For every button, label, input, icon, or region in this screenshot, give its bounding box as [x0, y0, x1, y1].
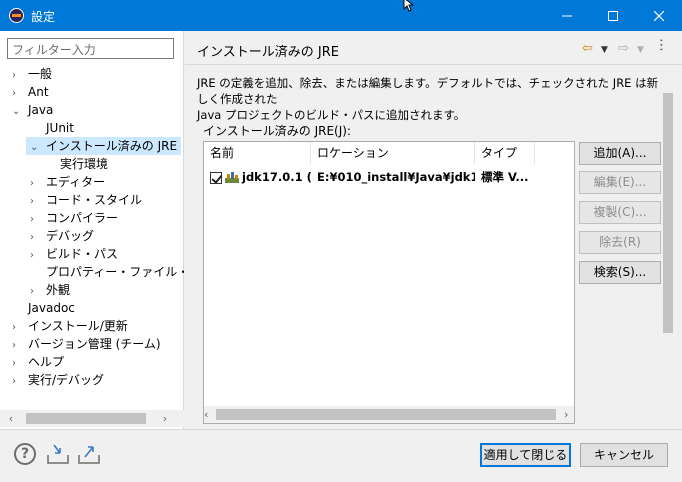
tree-item-label: プロパティー・ファイル・エディタ — [46, 265, 184, 279]
tree-item[interactable]: 実行環境 — [44, 155, 108, 173]
installed-jre-label: インストール済みの JRE(J): — [203, 124, 351, 138]
chevron-down-icon[interactable]: ⌄ — [30, 139, 40, 157]
tree-item-label: コンパイラー — [46, 211, 119, 225]
tree-item[interactable]: ⌄ インストール済みの JRE — [26, 137, 182, 157]
table-horizontal-scrollbar[interactable]: ‹ › — [204, 406, 574, 423]
view-menu-icon[interactable]: ⋯ — [653, 38, 669, 50]
maximize-button[interactable] — [590, 0, 636, 31]
tree-item[interactable]: › 実行/デバッグ — [12, 371, 104, 389]
tree-item-label: デバッグ — [46, 229, 95, 243]
tree-item-label: Ant — [28, 85, 49, 99]
tree-item[interactable]: › コード・スタイル — [30, 191, 142, 209]
search-button[interactable]: 検索(S)... — [579, 261, 661, 284]
jre-name: jdk17.0.1 (... — [242, 170, 311, 184]
tree-item[interactable]: プロパティー・ファイル・エディタ — [30, 263, 184, 281]
eclipse-icon — [9, 8, 24, 23]
tree-item[interactable]: › コンパイラー — [30, 209, 118, 227]
scrollbar-thumb[interactable] — [26, 413, 146, 424]
description-line-1: JRE の定義を追加、除去、または編集します。デフォルトでは、チェックされた J… — [197, 76, 659, 106]
close-button[interactable] — [636, 0, 682, 31]
jre-location-cell: E:¥010_install¥Java¥jdk17.... — [317, 170, 475, 184]
tree-item[interactable]: Javadoc — [12, 299, 75, 317]
tree-item-label: ヘルプ — [28, 355, 65, 369]
tree-item[interactable]: › デバッグ — [30, 227, 94, 245]
scrollbar-thumb[interactable] — [216, 409, 556, 420]
column-header-location[interactable]: ロケーション — [311, 142, 475, 164]
jre-default-checkbox[interactable] — [210, 171, 222, 184]
tree-item[interactable]: › Ant — [12, 83, 49, 101]
dialog-footer: ? 適用して閉じる キャンセル — [0, 429, 682, 482]
maximize-icon — [608, 10, 618, 21]
help-icon[interactable]: ? — [14, 443, 36, 465]
cancel-button[interactable]: キャンセル — [580, 443, 668, 467]
tree-item-label: バージョン管理 (チーム) — [28, 337, 161, 351]
tree-item[interactable]: › ヘルプ — [12, 353, 64, 371]
apply-and-close-button[interactable]: 適用して閉じる — [480, 443, 571, 467]
page-title: インストール済みの JRE — [197, 45, 339, 60]
tree-item-label: インストール済みの JRE — [46, 139, 178, 153]
column-header-empty — [535, 142, 574, 164]
tree-item-label: インストール/更新 — [28, 319, 128, 333]
import-icon[interactable] — [46, 443, 70, 465]
tree-item[interactable]: › 一般 — [12, 65, 52, 83]
tree-item[interactable]: › 外観 — [30, 281, 70, 299]
tree-item-label: 外観 — [46, 283, 71, 297]
mouse-cursor-icon — [403, 0, 415, 12]
tree-item-label: エディター — [46, 175, 106, 189]
jre-library-icon — [225, 171, 239, 183]
preference-page: インストール済みの JRE ⇦ ▼ ⇨ ▼ ⋯ JRE の定義を追加、除去、また… — [185, 31, 682, 429]
tree-item[interactable]: › バージョン管理 (チーム) — [12, 335, 161, 353]
preferences-tree: › 一般 › Ant ⌄ Java JUnit ⌄ インストール済みの JRE 実行環境 › エディタ… — [0, 65, 184, 425]
window-title: 設定 — [31, 10, 56, 24]
tree-item-label: Java — [28, 103, 54, 117]
tree-item-label: 実行/デバッグ — [28, 373, 105, 387]
tree-item[interactable]: JUnit — [30, 119, 74, 137]
tree-item[interactable]: › インストール/更新 — [12, 317, 128, 335]
minimize-icon — [562, 15, 572, 16]
minimize-button[interactable] — [544, 0, 590, 31]
scroll-left-icon[interactable]: ‹ — [4, 412, 18, 425]
tree-item-label: Javadoc — [28, 301, 75, 315]
table-row[interactable]: jdk17.0.1 (... E:¥010_install¥Java¥jdk17… — [204, 166, 574, 188]
installed-jre-table[interactable]: 名前 ロケーション タイプ jdk17.0.1 (... E:¥010_inst… — [203, 141, 575, 424]
copy-button[interactable]: 複製(C)... — [579, 201, 661, 224]
forward-arrow-icon: ⇨ — [618, 41, 629, 56]
scroll-left-icon[interactable]: ‹ — [204, 408, 208, 421]
page-description: JRE の定義を追加、除去、または編集します。デフォルトでは、チェックされた J… — [197, 75, 659, 123]
tree-item[interactable]: › エディター — [30, 173, 105, 191]
tree-horizontal-scrollbar[interactable]: ‹ › — [0, 410, 184, 427]
back-arrow-icon[interactable]: ⇦ — [582, 41, 593, 56]
tree-item[interactable]: › ビルド・パス — [30, 245, 118, 263]
jre-type-cell: 標準 V... — [481, 170, 529, 184]
close-icon — [654, 10, 664, 21]
edit-button[interactable]: 編集(E)... — [579, 171, 661, 194]
tree-item-label: 実行環境 — [60, 157, 109, 171]
tree-item[interactable]: ⌄ Java — [12, 101, 53, 119]
column-header-type[interactable]: タイプ — [475, 142, 535, 164]
chevron-down-icon[interactable]: ⌄ — [12, 103, 22, 121]
scroll-right-icon[interactable]: › — [564, 408, 568, 421]
title-bar: 設定 — [0, 0, 682, 31]
tree-item-label: JUnit — [46, 121, 74, 135]
tree-item-label: コード・スタイル — [46, 193, 143, 207]
forward-dropdown-icon: ▼ — [637, 45, 644, 55]
remove-button[interactable]: 除去(R) — [579, 231, 661, 254]
description-line-2: Java プロジェクトのビルド・パスに追加されます。 — [197, 108, 466, 122]
jre-name-cell: jdk17.0.1 (... — [204, 166, 311, 188]
preferences-navigation: フィルター入力 › 一般 › Ant ⌄ Java JUnit ⌄ インストール済みの JRE 実… — [0, 31, 184, 429]
add-button[interactable]: 追加(A)... — [579, 142, 661, 165]
export-icon[interactable] — [77, 443, 101, 465]
filter-input[interactable]: フィルター入力 — [7, 38, 174, 59]
tree-item-label: 一般 — [28, 67, 53, 81]
tree-item-label: ビルド・パス — [46, 247, 119, 261]
scroll-right-icon[interactable]: › — [158, 412, 172, 425]
page-vertical-scrollbar[interactable] — [661, 88, 675, 424]
chevron-right-icon[interactable]: › — [12, 373, 22, 391]
column-header-name[interactable]: 名前 — [204, 142, 311, 164]
page-header: インストール済みの JRE ⇦ ▼ ⇨ ▼ ⋯ — [185, 31, 682, 65]
scrollbar-thumb[interactable] — [663, 93, 673, 333]
back-dropdown-icon[interactable]: ▼ — [601, 45, 608, 55]
